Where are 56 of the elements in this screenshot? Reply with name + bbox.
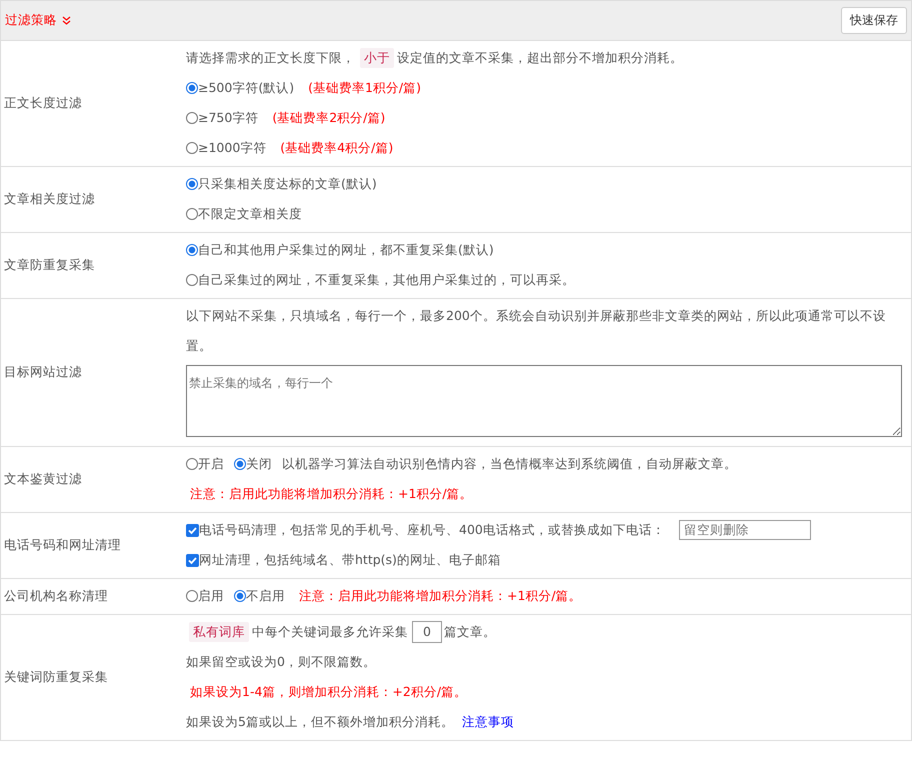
warning-text: 如果设为1-4篇，则增加积分消耗：+2积分/篇。 [190,683,468,701]
option-label[interactable]: 电话号码清理，包括常见的手机号、座机号、400电话格式，或替换成如下电话： [199,515,665,545]
option-label[interactable]: 自己采集过的网址，不重复采集，其他用户采集过的，可以再采。 [198,265,575,295]
radio-button[interactable] [234,590,246,602]
row-label: 目标网站过滤 [3,364,83,380]
warning-text: 注意：启用此功能将增加积分消耗：+1积分/篇。 [190,485,473,503]
tag-label: 小于 [360,48,394,68]
radio-button[interactable] [186,244,198,256]
number-input-field[interactable]: 0 [412,621,442,643]
option-label[interactable]: 只采集相关度达标的文章(默认) [198,169,377,199]
radio-button[interactable] [234,458,246,470]
option-label[interactable]: ≥750字符 [198,103,258,133]
radio-button[interactable] [186,274,198,286]
warning-text: (基础费率2积分/篇) [272,109,386,127]
row-label: 文章防重复采集 [3,256,96,274]
radio-button[interactable] [186,142,198,154]
quick-save-button[interactable]: 快速保存 [841,7,907,34]
description-text: 如果留空或设为0，则不限篇数。 [186,653,376,671]
description-text: 以机器学习算法自动识别色情内容，当色情概率达到系统阈值，自动屏蔽文章。 [282,455,737,473]
option-label[interactable]: 网址清理，包括纯域名、带http(s)的网址、电子邮箱 [199,545,501,575]
radio-button[interactable] [186,208,198,220]
radio-button[interactable] [186,178,198,190]
description-text: 请选择需求的正文长度下限， [186,49,355,67]
double-chevron-icon[interactable] [62,16,71,25]
description-text: 设定值的文章不采集，超出部分不增加积分消耗。 [397,49,683,67]
option-label[interactable]: 不限定文章相关度 [198,199,302,229]
radio-button[interactable] [186,458,198,470]
option-label[interactable]: 关闭 [246,449,272,479]
phone-input-field[interactable]: 留空则删除 [678,520,811,540]
radio-button[interactable] [186,112,198,124]
warning-text: 注意：启用此功能将增加积分消耗：+1积分/篇。 [299,587,582,605]
row-label: 电话号码和网址清理 [3,536,122,554]
option-label[interactable]: ≥1000字符 [198,133,266,163]
tag-label: 私有词库 [189,622,249,642]
option-label[interactable]: 不启用 [246,581,285,611]
option-label[interactable]: 启用 [198,581,224,611]
warning-text: (基础费率1积分/篇) [308,79,422,97]
checkbox[interactable] [186,554,199,566]
row-label: 公司机构名称清理 [3,588,109,604]
row-label: 文本鉴黄过滤 [3,470,83,488]
row-label: 关键词防重复采集 [3,668,109,686]
description-text: 中每个关键词最多允许采集 [252,623,408,641]
domain-textarea[interactable]: 禁止采集的域名，每行一个 [186,365,902,437]
radio-button[interactable] [186,82,198,94]
description-text: 以下网站不采集，只填域名，每行一个，最多200个。系统会自动识别并屏蔽那些非文章类的网站，所以此项通常可以不设置。 [186,307,887,355]
option-label[interactable]: 开启 [198,449,224,479]
description-text: 篇文章。 [444,623,496,641]
row-label: 正文长度过滤 [3,94,83,112]
link[interactable]: 注意事项 [462,707,514,737]
option-label[interactable]: ≥500字符(默认) [198,73,294,103]
row-label: 文章相关度过滤 [3,190,96,208]
description-text: 如果设为5篇或以上，但不额外增加积分消耗。 [186,713,454,731]
option-label[interactable]: 自己和其他用户采集过的网址，都不重复采集(默认) [198,235,494,265]
warning-text: (基础费率4积分/篇) [280,139,394,157]
radio-button[interactable] [186,590,198,602]
checkbox[interactable] [186,524,199,536]
